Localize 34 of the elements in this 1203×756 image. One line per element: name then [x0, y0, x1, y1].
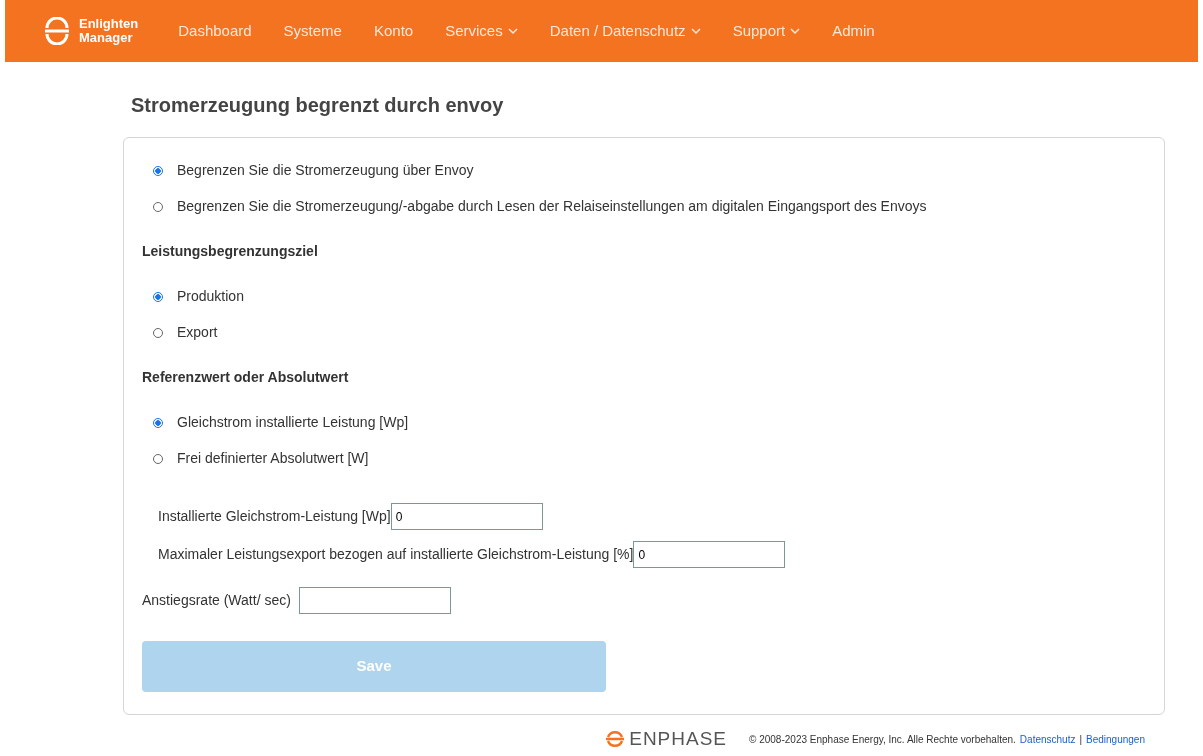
field-label: Anstiegsrate (Watt/ sec) [142, 591, 291, 610]
section-heading: Referenzwert oder Absolutwert [142, 368, 350, 387]
brand-name: Manager [79, 31, 133, 45]
field-label: Maximaler Leistungsexport bezogen auf installierte Gleichstrom-Leistung [%] [158, 545, 634, 564]
radio-button[interactable] [153, 291, 163, 302]
number-field[interactable]: 0 [633, 541, 786, 568]
option-label: Begrenzen Sie die Stromerzeugung/-abgabe durch Lesen der Relaiseinstellungen am digitalen Eingangsport des Envoys [177, 197, 927, 216]
footer-link[interactable]: Datenschutz [1019, 731, 1076, 747]
nav-link[interactable]: Support [716, 19, 817, 43]
number-field[interactable]: 0 [390, 503, 543, 530]
section-heading: Leistungsbegrenzungsziel [142, 242, 319, 261]
radio-button[interactable] [153, 417, 163, 428]
nav-link[interactable]: Konto [357, 19, 430, 43]
nav-link[interactable]: Dashboard [162, 19, 268, 43]
number-field[interactable] [298, 587, 451, 614]
copyright-text: © 2008-2023 Enphase Energy, Inc. Alle Rechte vorbehalten. [749, 732, 1016, 747]
field-label: Installierte Gleichstrom-Leistung [Wp] [158, 507, 391, 526]
page-title: Stromerzeugung begrenzt durch envoy [131, 93, 505, 118]
option-label: Frei definierter Absolutwert [W] [177, 449, 369, 468]
footer-link[interactable]: Bedingungen [1086, 731, 1145, 747]
nav-link[interactable]: Admin [816, 19, 891, 43]
logo-text: ENPHASE [629, 727, 728, 751]
option-label: Export [177, 323, 218, 342]
logo-icon [605, 729, 626, 750]
brand-name: Enlighten [79, 17, 139, 31]
nav-link[interactable]: Systeme [267, 19, 358, 43]
nav-link[interactable]: Services [429, 19, 534, 43]
nav-link[interactable]: Daten / Datenschutz [533, 19, 717, 43]
option-label: Begrenzen Sie die Stromerzeugung über Envoy [177, 161, 474, 180]
radio-button[interactable] [153, 165, 163, 176]
logo-icon [43, 17, 71, 45]
link-separator: | [1079, 732, 1083, 747]
option-label: Produktion [177, 287, 244, 306]
option-label: Gleichstrom installierte Leistung [Wp] [177, 413, 409, 432]
